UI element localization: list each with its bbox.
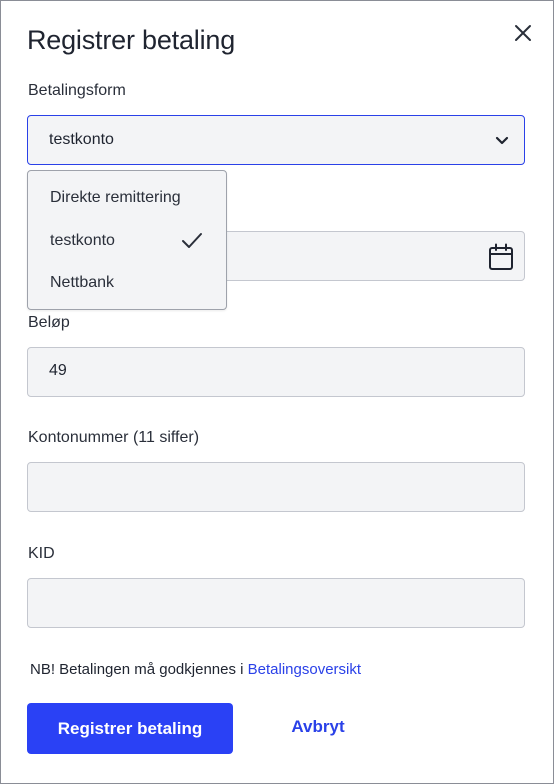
payment-method-value: testkonto: [49, 131, 114, 148]
payment-method-label: Betalingsform: [28, 82, 126, 99]
register-payment-dialog: Registrer betaling Betalingsform testkon…: [0, 0, 554, 784]
register-payment-button[interactable]: Registrer betaling: [27, 703, 233, 754]
kid-label: KID: [28, 545, 55, 562]
kid-field[interactable]: [27, 578, 525, 628]
amount-label: Beløp: [28, 314, 70, 331]
option-testkonto[interactable]: testkonto: [50, 232, 115, 250]
amount-value: 49: [49, 362, 67, 379]
payment-method-dropdown: Direkte remittering testkonto Nettbank: [27, 170, 227, 310]
checkmark-icon: [182, 233, 202, 248]
cancel-button[interactable]: Avbryt: [273, 717, 363, 737]
approval-note: NB! Betalingen må godkjennes i Betalings…: [30, 661, 361, 678]
account-number-label: Kontonummer (11 siffer): [28, 429, 200, 446]
option-direkte-remittering[interactable]: Direkte remittering: [50, 189, 181, 207]
close-icon: [515, 25, 531, 41]
payment-overview-link[interactable]: Betalingsoversikt: [248, 661, 361, 678]
account-number-field[interactable]: [27, 462, 525, 512]
option-nettbank[interactable]: Nettbank: [50, 274, 114, 292]
calendar-icon[interactable]: [488, 243, 514, 271]
chevron-down-icon: [495, 136, 509, 145]
amount-field[interactable]: 49: [27, 347, 525, 397]
close-button[interactable]: [509, 21, 537, 45]
dialog-title: Registrer betaling: [27, 25, 236, 55]
payment-method-select[interactable]: testkonto: [27, 115, 525, 165]
approval-note-text: NB! Betalingen må godkjennes i: [30, 661, 248, 678]
